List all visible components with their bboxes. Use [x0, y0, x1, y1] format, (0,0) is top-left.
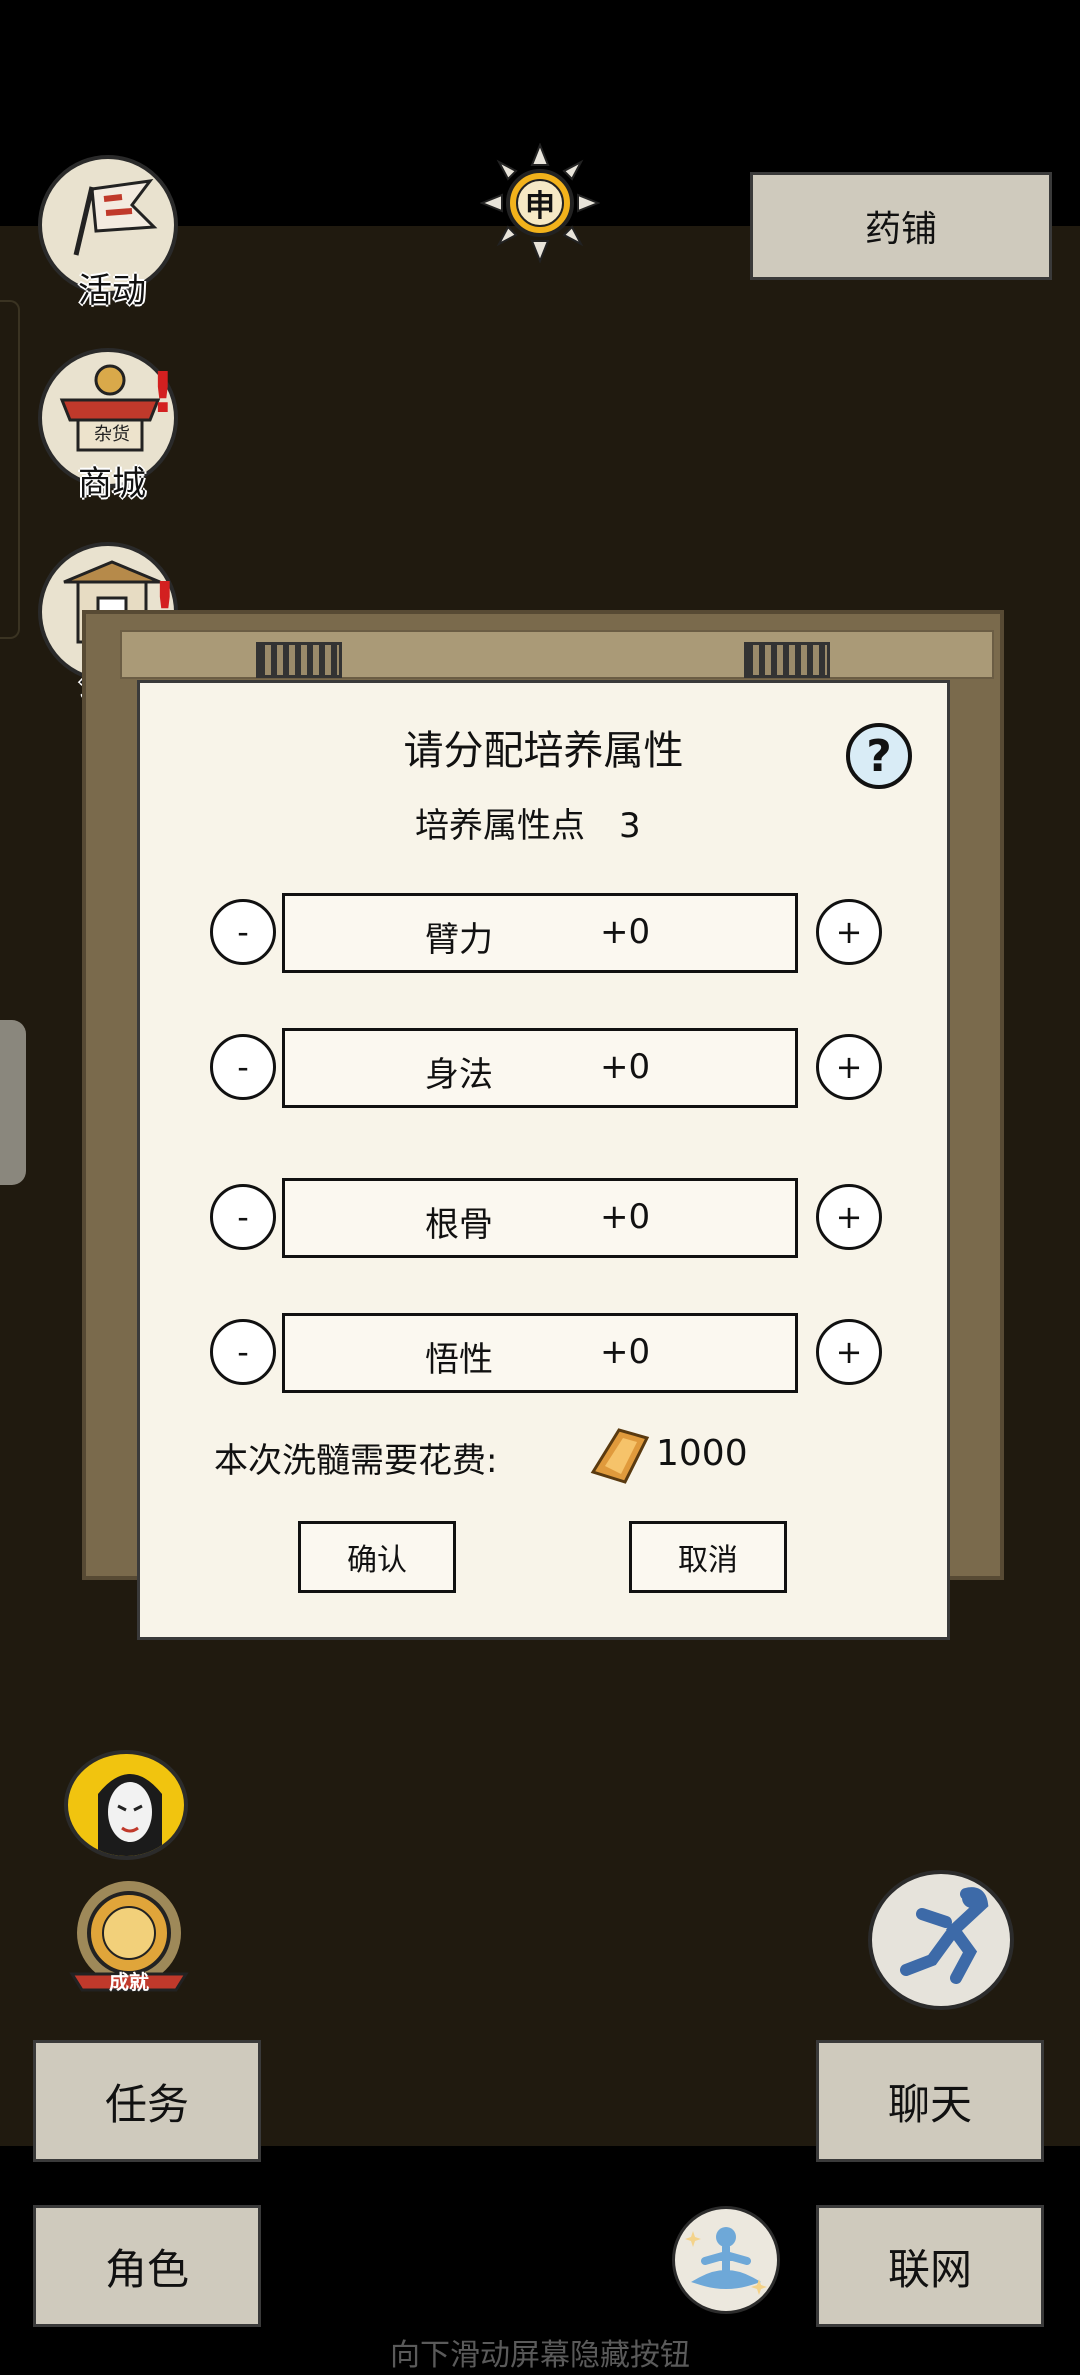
strength-plus-button[interactable]: + — [816, 899, 882, 965]
help-icon: ? — [866, 730, 892, 782]
chat-button[interactable]: 聊天 — [816, 2040, 1044, 2162]
confirm-button[interactable]: 确认 — [298, 1521, 456, 1593]
network-button[interactable]: 联网 — [816, 2205, 1044, 2327]
meditation-icon — [685, 2227, 767, 2295]
meditation-button[interactable] — [672, 2206, 780, 2314]
achievement-label: 成就 — [109, 1970, 149, 1994]
attribute-dialog: 请分配培养属性 ? 培养属性点 3 - 臂力 +0 + - 身法 +0 + - 根… — [137, 680, 950, 1640]
attribute-points: 培养属性点 3 — [415, 798, 641, 847]
cancel-button[interactable]: 取消 — [629, 1521, 787, 1593]
attribute-row-comprehension: - 悟性 +0 + — [210, 1313, 886, 1393]
constitution-field: 根骨 +0 — [282, 1178, 798, 1258]
attribute-row-agility: - 身法 +0 + — [210, 1028, 886, 1108]
attribute-value: +0 — [600, 1047, 651, 1087]
cost-label: 本次洗髓需要花费: — [214, 1441, 498, 1481]
attribute-row-strength: - 臂力 +0 + — [210, 893, 886, 973]
dialog-title: 请分配培养属性 — [403, 728, 684, 774]
agility-plus-button[interactable]: + — [816, 1034, 882, 1100]
hide-buttons-hint: 向下滑动屏幕隐藏按钮 — [390, 2338, 690, 2373]
attribute-value: +0 — [600, 1332, 651, 1372]
activity-button[interactable]: 活动 — [38, 155, 178, 311]
points-label: 培养属性点 — [415, 806, 585, 846]
strength-field: 臂力 +0 — [282, 893, 798, 973]
constitution-plus-button[interactable]: + — [816, 1184, 882, 1250]
flag-icon — [73, 179, 158, 256]
comprehension-field: 悟性 +0 — [282, 1313, 798, 1393]
side-edge-panel — [0, 300, 20, 639]
achievement-button[interactable]: 成就 — [66, 1878, 192, 1998]
attribute-value: +0 — [600, 912, 651, 952]
running-figure-icon — [900, 1887, 989, 1984]
pharmacy-button[interactable]: 药铺 — [750, 172, 1052, 280]
building-wall — [120, 630, 994, 679]
help-button[interactable]: ? — [846, 723, 912, 789]
points-value: 3 — [619, 806, 641, 846]
character-avatar[interactable] — [64, 1750, 188, 1860]
building-window-right — [744, 642, 830, 678]
attribute-name: 臂力 — [425, 920, 493, 960]
agility-field: 身法 +0 — [282, 1028, 798, 1108]
gold-ingot-icon — [590, 1428, 650, 1484]
task-button[interactable]: 任务 — [33, 2040, 261, 2162]
comprehension-plus-button[interactable]: + — [816, 1319, 882, 1385]
time-glyph: 申 — [525, 189, 555, 224]
run-button[interactable] — [868, 1870, 1014, 2010]
constitution-minus-button[interactable]: - — [210, 1184, 276, 1250]
agility-minus-button[interactable]: - — [210, 1034, 276, 1100]
attribute-name: 根骨 — [425, 1205, 493, 1245]
attribute-name: 身法 — [425, 1055, 493, 1095]
activity-label: 活动 — [78, 271, 146, 311]
comprehension-minus-button[interactable]: - — [210, 1319, 276, 1385]
side-drawer-handle[interactable] — [0, 1020, 26, 1185]
strength-minus-button[interactable]: - — [210, 899, 276, 965]
mall-alert-badge: ! — [150, 361, 176, 426]
mall-button[interactable]: 杂货 ! 商城 — [38, 348, 178, 504]
attribute-row-constitution: - 根骨 +0 + — [210, 1178, 886, 1258]
cost-value: 1000 — [656, 1433, 748, 1474]
mall-label: 商城 — [78, 464, 146, 504]
role-button[interactable]: 角色 — [33, 2205, 261, 2327]
attribute-name: 悟性 — [425, 1340, 493, 1380]
building-window-left — [256, 642, 342, 678]
mall-sign-text: 杂货 — [94, 424, 130, 445]
attribute-value: +0 — [600, 1197, 651, 1237]
